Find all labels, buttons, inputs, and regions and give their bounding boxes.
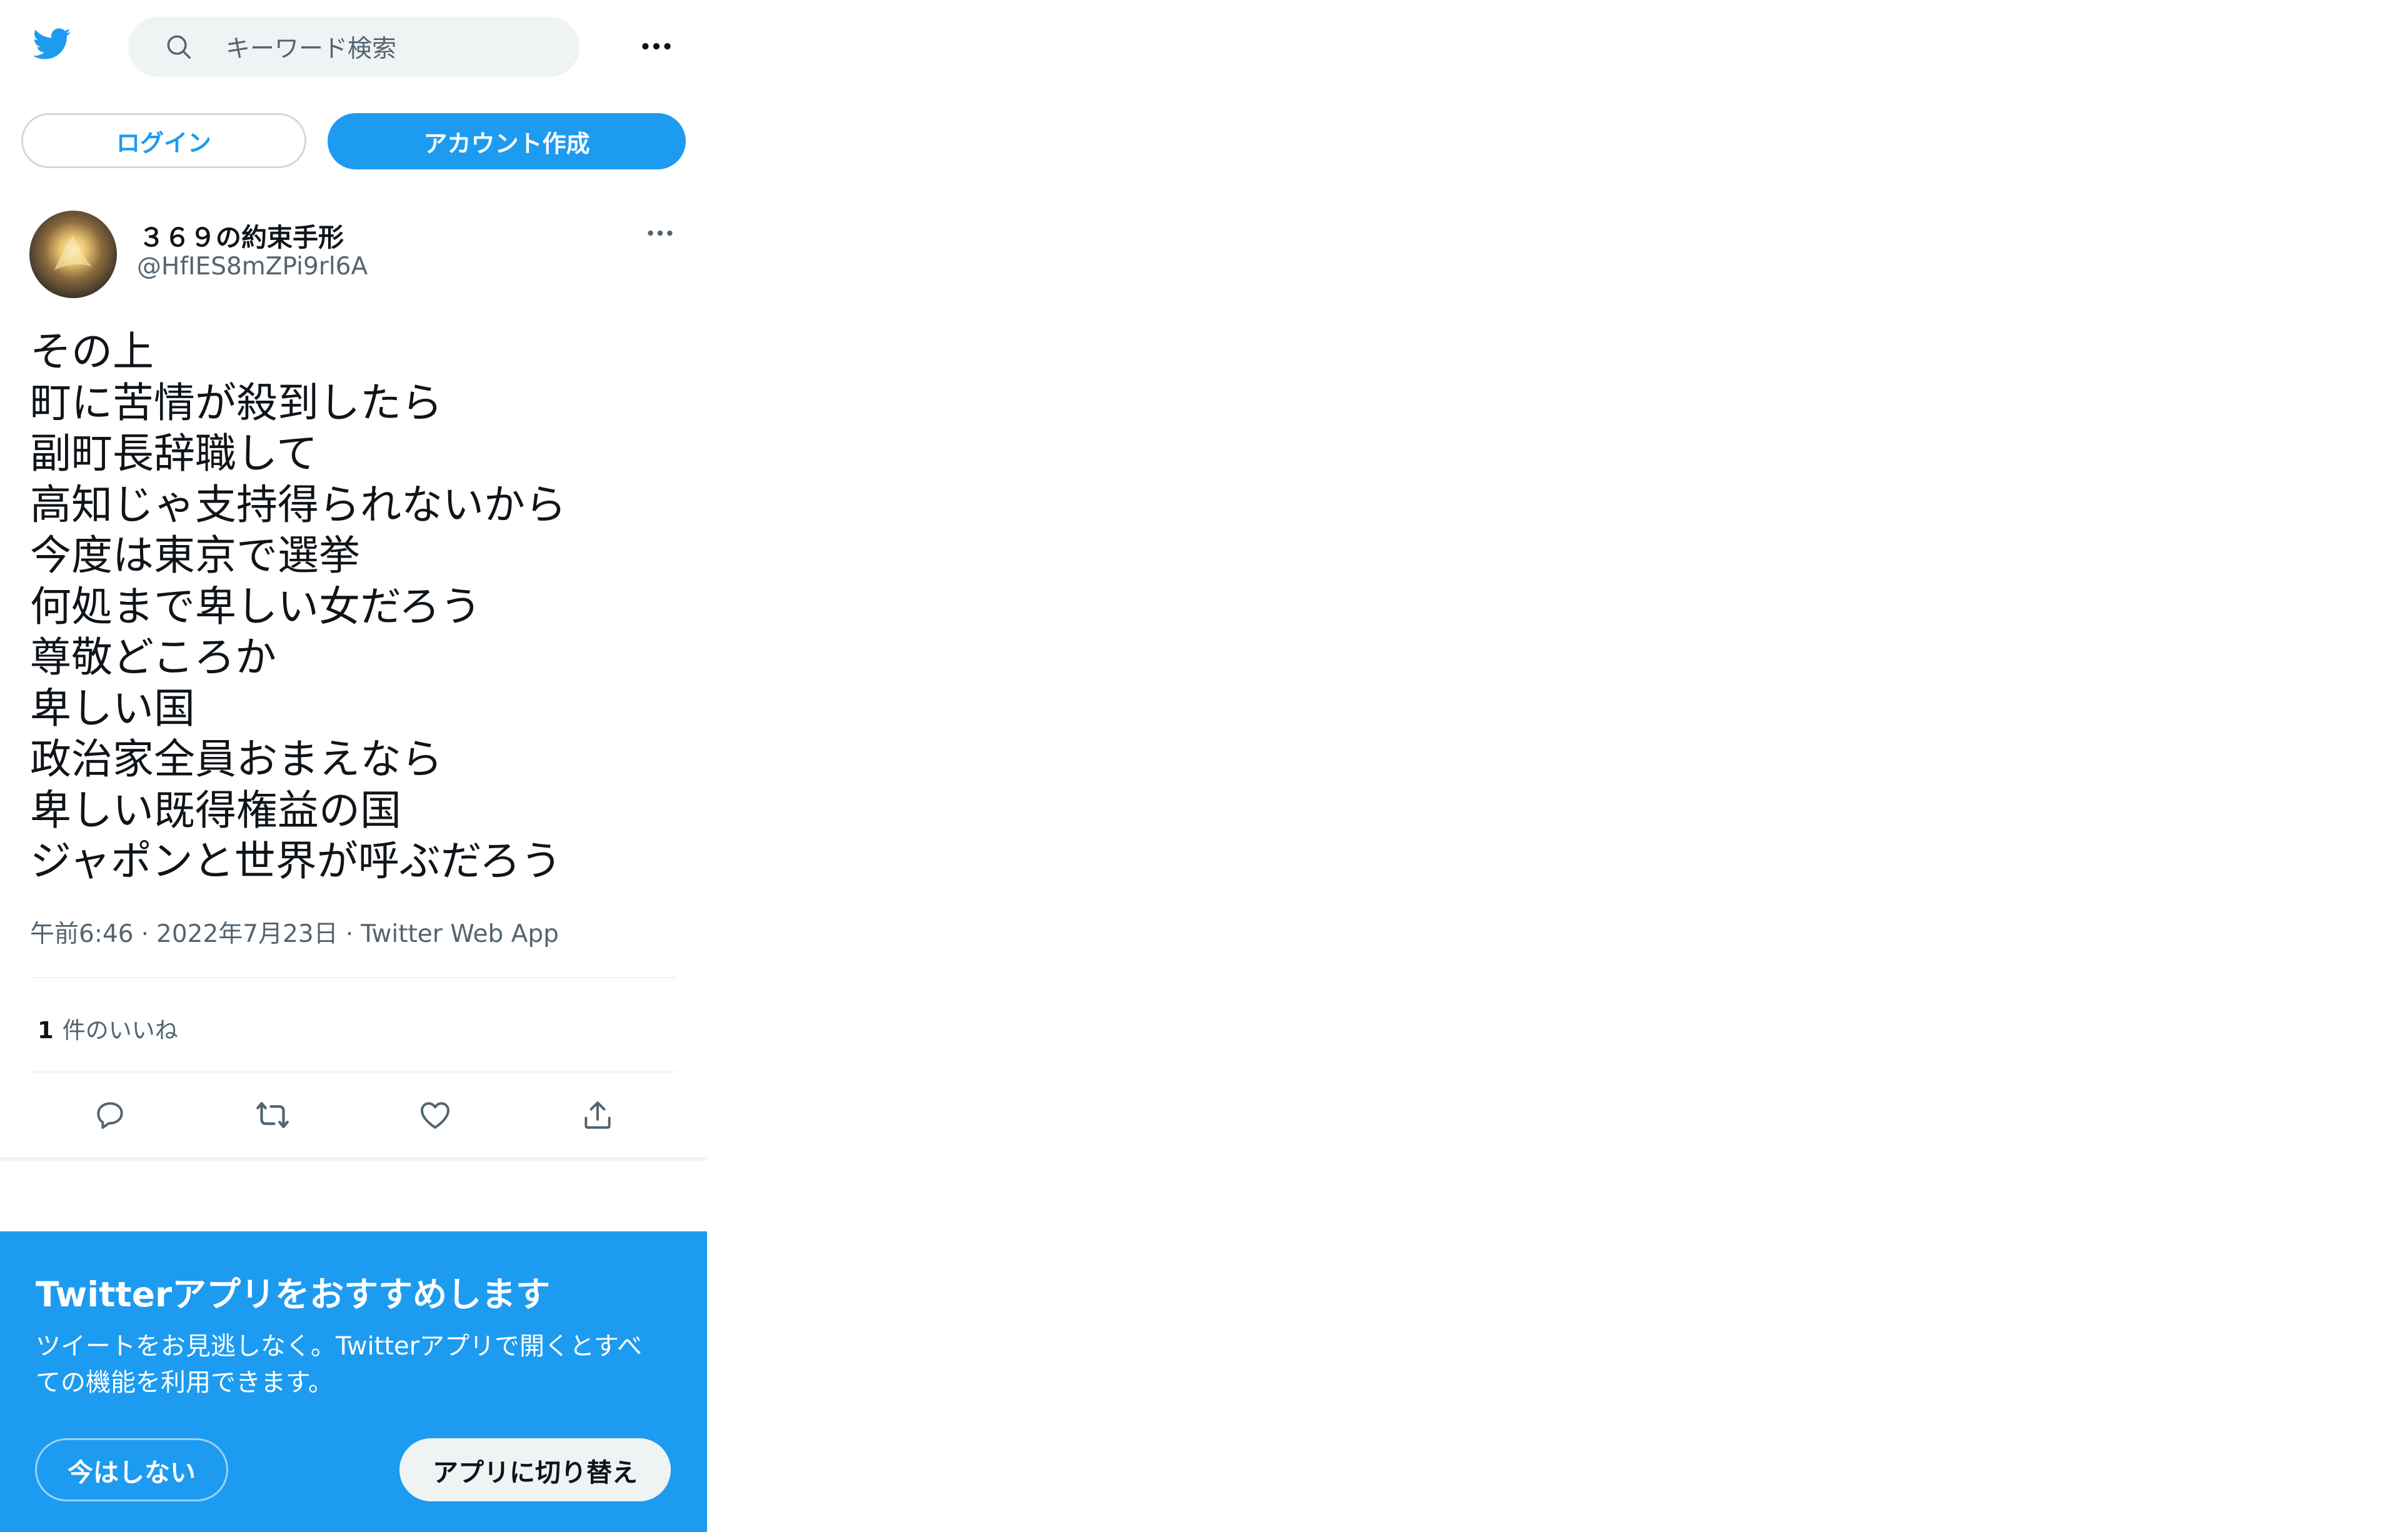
user-handle[interactable]: @HfIES8mZPi9rl6A — [137, 253, 368, 281]
tweet-line: 副町長辞職して — [30, 429, 318, 478]
search-input[interactable]: キーワード検索 — [226, 29, 396, 64]
promo-desc-line: ツイートをお見逃しなく。Twitterアプリで開くとすべ — [36, 1332, 643, 1361]
tweet-line: その上 — [30, 328, 154, 376]
search-icon — [163, 31, 194, 63]
tweet-line: 今度は東京で選挙 — [30, 531, 360, 579]
promo-description: ツイートをお見逃しなく。Twitterアプリで開くとすべ ての機能を利用できます… — [36, 1328, 673, 1401]
twitter-logo-icon[interactable] — [28, 24, 74, 64]
tweet-time[interactable]: 午前6:46 — [30, 920, 134, 948]
signup-button[interactable]: アカウント作成 — [328, 113, 686, 169]
meta-separator: · — [345, 920, 354, 948]
section-divider — [0, 1157, 707, 1161]
likes-link[interactable]: 1 件のいいね — [38, 1011, 178, 1045]
retweet-icon[interactable] — [253, 1095, 293, 1135]
promo-desc-line: ての機能を利用できます。 — [36, 1368, 333, 1397]
tweet-line: 卑しい既得権益の国 — [30, 786, 401, 834]
tweet-meta: 午前6:46 · 2022年7月23日 · Twitter Web App — [30, 914, 559, 949]
reply-icon[interactable] — [90, 1095, 130, 1135]
display-name[interactable]: ３６９の約束手形 — [139, 216, 344, 254]
tweet-line: ジャポンと世界が呼ぶだろう — [30, 837, 562, 885]
tweet-line: 何処まで卑しい女だろう — [30, 582, 482, 631]
app-promo-banner: Twitterアプリをおすすめします ツイートをお見逃しなく。Twitterアプ… — [0, 1231, 707, 1532]
like-icon[interactable] — [415, 1095, 455, 1135]
tweet-line: 卑しい国 — [30, 684, 195, 733]
main-column: キーワード検索 ログイン アカウント作成 ３６９の約束手形 @HfIES8mZP… — [0, 0, 707, 1532]
tweet-line: 町に苦情が殺到したら — [30, 378, 443, 427]
more-options-icon[interactable] — [638, 34, 675, 59]
likes-count: 1 — [38, 1017, 54, 1044]
top-bar: キーワード検索 — [0, 0, 707, 97]
tweet-line: 高知じゃ支持得られないから — [30, 480, 566, 529]
likes-label: 件のいいね — [62, 1017, 178, 1044]
switch-to-app-button[interactable]: アプリに切り替え — [399, 1438, 671, 1501]
tweet-line: 尊敬どころか — [30, 633, 277, 681]
tweet-source[interactable]: Twitter Web App — [361, 920, 559, 948]
not-now-button[interactable]: 今はしない — [35, 1438, 228, 1501]
tweet-line: 政治家全員おまえなら — [30, 735, 443, 783]
tweet-more-icon[interactable] — [643, 222, 678, 244]
promo-title: Twitterアプリをおすすめします — [36, 1274, 551, 1314]
tweet-text: その上 町に苦情が殺到したら 副町長辞職して 高知じゃ支持得られないから 今度は… — [30, 326, 686, 887]
avatar[interactable] — [29, 211, 117, 298]
divider — [30, 977, 677, 978]
meta-separator: · — [141, 920, 149, 948]
share-icon[interactable] — [578, 1095, 618, 1135]
search-bar[interactable]: キーワード検索 — [128, 17, 579, 77]
login-button[interactable]: ログイン — [21, 113, 306, 168]
tweet-date[interactable]: 2022年7月23日 — [156, 920, 338, 948]
divider — [30, 1071, 677, 1073]
